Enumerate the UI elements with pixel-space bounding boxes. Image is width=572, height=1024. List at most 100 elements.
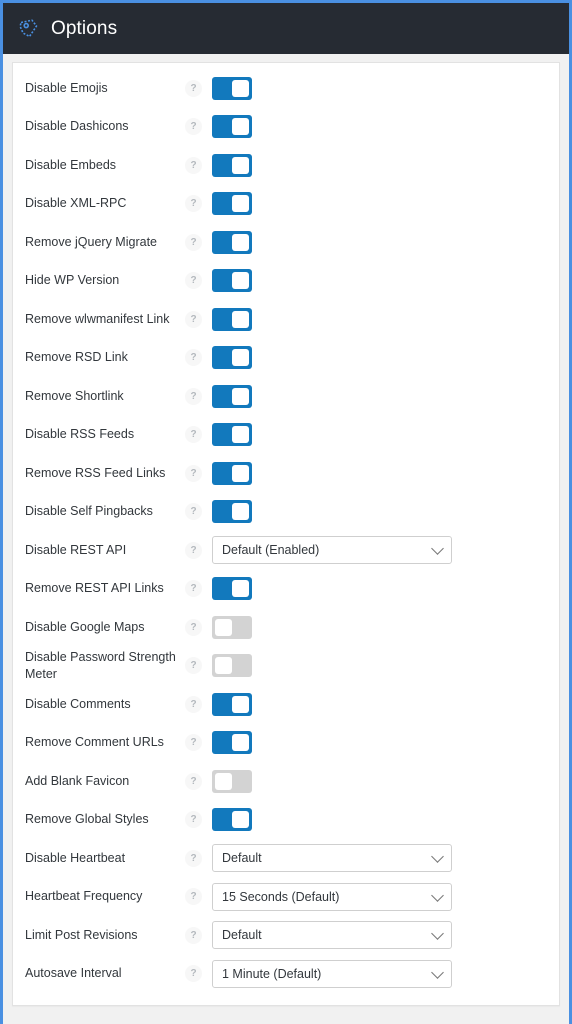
option-row-disable-heartbeat: Disable Heartbeat? Default: [13, 839, 559, 878]
toggle-knob: [232, 349, 249, 367]
help-icon[interactable]: ?: [185, 272, 202, 290]
toggle-remove-rss-feed-links[interactable]: [212, 461, 252, 485]
toggle-knob: [232, 272, 249, 290]
chevron-down-icon: [431, 888, 444, 902]
chevron-down-icon: [431, 965, 444, 979]
help-icon[interactable]: ?: [185, 233, 202, 251]
help-icon[interactable]: ?: [185, 580, 202, 598]
option-label: Remove REST API Links: [25, 581, 164, 596]
toggle-disable-emojis[interactable]: [212, 76, 252, 100]
toggle-disable-embeds[interactable]: [212, 153, 252, 177]
toggle-disable-google-maps[interactable]: [212, 615, 252, 639]
option-label: Remove RSD Link: [25, 350, 128, 365]
help-icon[interactable]: ?: [185, 849, 202, 867]
toggle-knob: [232, 118, 249, 136]
toggle-remove-rsd-link[interactable]: [212, 346, 252, 370]
option-row-remove-comment-urls: Remove Comment URLs?: [13, 724, 559, 763]
option-label: Disable Password Strength Meter: [25, 649, 176, 681]
help-icon[interactable]: ?: [185, 464, 202, 482]
help-icon[interactable]: ?: [185, 926, 202, 944]
toggle-disable-self-pingbacks[interactable]: [212, 500, 252, 524]
toggle-knob: [232, 387, 249, 405]
toggle-knob: [215, 772, 232, 790]
help-icon[interactable]: ?: [185, 811, 202, 829]
help-icon[interactable]: ?: [185, 734, 202, 752]
help-icon[interactable]: ?: [185, 195, 202, 213]
toggle-knob: [215, 657, 232, 675]
option-label: Autosave Interval: [25, 966, 122, 981]
option-row-disable-embeds: Disable Embeds?: [13, 146, 559, 185]
toggle-knob: [232, 195, 249, 213]
option-row-remove-rss-feed-links: Remove RSS Feed Links?: [13, 454, 559, 493]
help-icon[interactable]: ?: [185, 541, 202, 559]
option-row-limit-post-revisions: Limit Post Revisions? Default: [13, 916, 559, 955]
page-title: Options: [51, 18, 118, 39]
toggle-remove-jquery-migrate[interactable]: [212, 230, 252, 254]
option-label: Limit Post Revisions: [25, 927, 138, 942]
select-limit-post-revisions[interactable]: Default: [212, 921, 452, 950]
option-row-disable-comments: Disable Comments?: [13, 685, 559, 724]
chevron-down-icon: [431, 927, 444, 941]
option-label: Disable Emojis: [25, 80, 108, 95]
toggle-remove-shortlink[interactable]: [212, 384, 252, 408]
help-icon[interactable]: ?: [185, 772, 202, 790]
option-row-disable-rss-feeds: Disable RSS Feeds?: [13, 416, 559, 455]
select-value: 1 Minute (Default): [222, 966, 322, 981]
select-disable-rest-api[interactable]: Default (Enabled): [212, 536, 452, 565]
card-wrapper: Disable Emojis? Disable Dashicons? Disable…: [3, 54, 569, 1006]
select-value: Default: [222, 928, 262, 943]
toggle-remove-wlwmanifest-link[interactable]: [212, 307, 252, 331]
option-label: Disable Dashicons: [25, 119, 129, 134]
select-disable-heartbeat[interactable]: Default: [212, 844, 452, 873]
page-header: Options: [3, 0, 569, 54]
help-icon[interactable]: ?: [185, 349, 202, 367]
toggle-knob: [232, 426, 249, 444]
toggle-add-blank-favicon[interactable]: [212, 769, 252, 793]
option-label: Disable Self Pingbacks: [25, 504, 153, 519]
select-value: 15 Seconds (Default): [222, 889, 340, 904]
select-autosave-interval[interactable]: 1 Minute (Default): [212, 959, 452, 988]
plugin-logo-icon: [17, 17, 41, 41]
options-card: Disable Emojis? Disable Dashicons? Disable…: [12, 62, 560, 1006]
help-icon[interactable]: ?: [185, 426, 202, 444]
option-row-disable-google-maps: Disable Google Maps?: [13, 608, 559, 647]
help-icon[interactable]: ?: [185, 387, 202, 405]
option-row-remove-wlwmanifest-link: Remove wlwmanifest Link?: [13, 300, 559, 339]
option-row-add-blank-favicon: Add Blank Favicon?: [13, 762, 559, 801]
option-label: Remove RSS Feed Links: [25, 465, 166, 480]
option-row-disable-xml-rpc: Disable XML-RPC?: [13, 185, 559, 224]
chevron-down-icon: [431, 850, 444, 864]
option-row-hide-wp-version: Hide WP Version?: [13, 262, 559, 301]
option-label: Remove jQuery Migrate: [25, 234, 157, 249]
toggle-remove-comment-urls[interactable]: [212, 731, 252, 755]
help-icon[interactable]: ?: [185, 965, 202, 983]
option-label: Disable Comments: [25, 696, 131, 711]
toggle-disable-rss-feeds[interactable]: [212, 423, 252, 447]
option-label: Disable Embeds: [25, 157, 117, 172]
toggle-knob: [215, 618, 232, 636]
toggle-knob: [232, 233, 249, 251]
help-icon[interactable]: ?: [185, 888, 202, 906]
help-icon[interactable]: ?: [185, 695, 202, 713]
help-icon[interactable]: ?: [185, 79, 202, 97]
toggle-disable-comments[interactable]: [212, 692, 252, 716]
toggle-knob: [232, 464, 249, 482]
toggle-hide-wp-version[interactable]: [212, 269, 252, 293]
option-label: Disable RSS Feeds: [25, 427, 135, 442]
help-icon[interactable]: ?: [185, 310, 202, 328]
toggle-disable-dashicons[interactable]: [212, 115, 252, 139]
toggle-disable-xml-rpc[interactable]: [212, 192, 252, 216]
help-icon[interactable]: ?: [185, 118, 202, 136]
toggle-disable-password-strength-meter[interactable]: [212, 654, 252, 678]
toggle-knob: [232, 79, 249, 97]
option-label: Disable Google Maps: [25, 619, 145, 634]
select-heartbeat-frequency[interactable]: 15 Seconds (Default): [212, 882, 452, 911]
toggle-remove-global-styles[interactable]: [212, 808, 252, 832]
help-icon[interactable]: ?: [185, 503, 202, 521]
help-icon[interactable]: ?: [185, 618, 202, 636]
help-icon[interactable]: ?: [185, 657, 202, 675]
chevron-down-icon: [431, 542, 444, 556]
toggle-remove-rest-api-links[interactable]: [212, 577, 252, 601]
option-label: Disable Heartbeat: [25, 850, 126, 865]
help-icon[interactable]: ?: [185, 156, 202, 174]
